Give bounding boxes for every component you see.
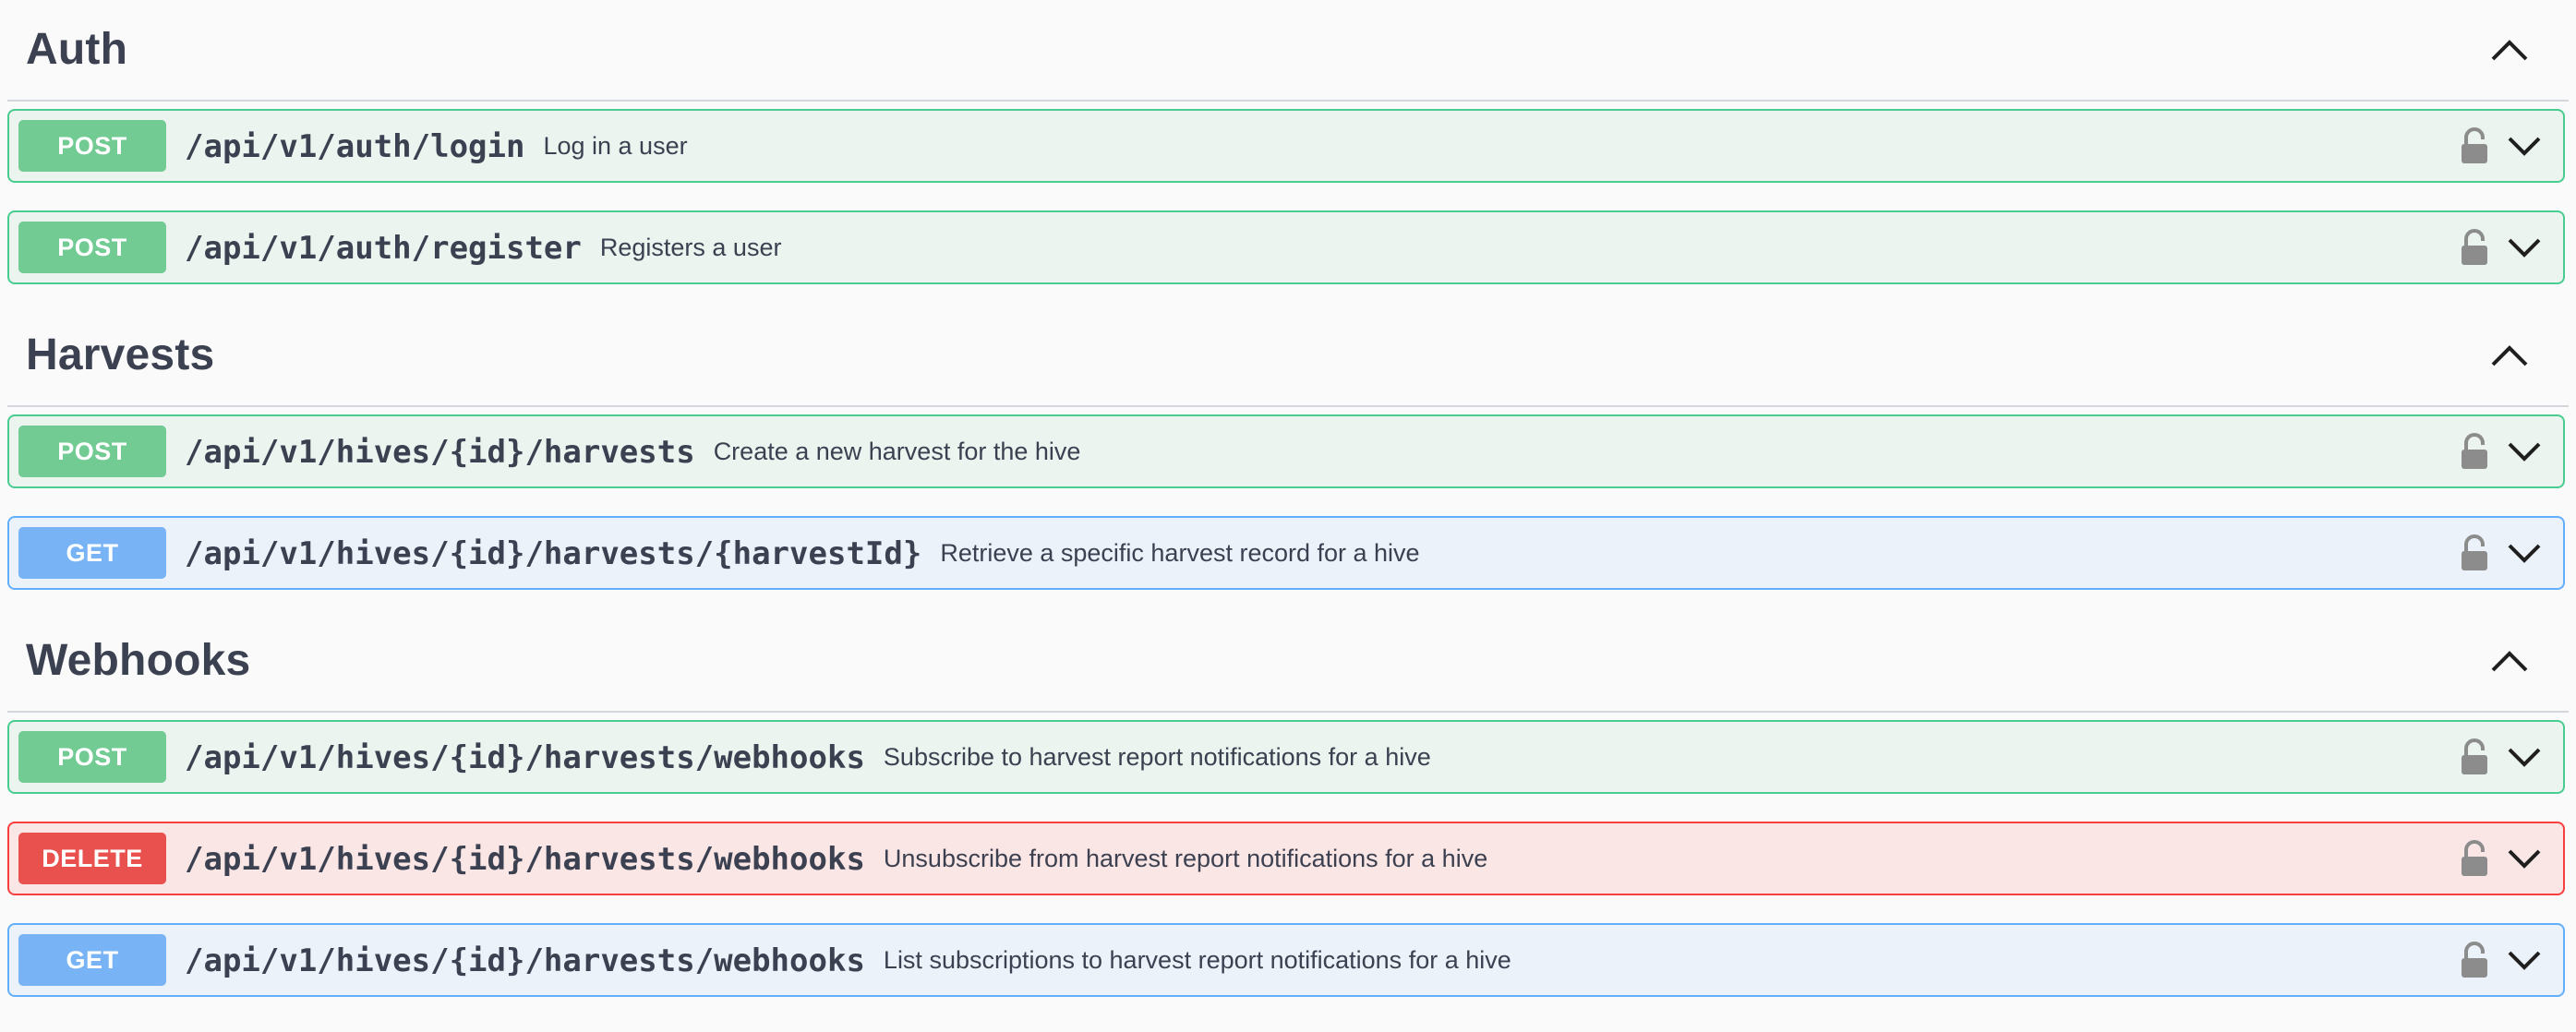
method-badge: POST [18,222,166,273]
method-badge: GET [18,934,166,986]
endpoint-path: /api/v1/hives/{id}/harvests Create a new … [185,434,1081,471]
chevron-down-icon[interactable] [2506,844,2543,871]
chevron-down-icon[interactable] [2506,742,2543,770]
method-badge: DELETE [18,833,166,884]
tag-header-webhooks[interactable]: Webhooks [7,611,2569,713]
tag-header-auth[interactable]: Auth [7,0,2569,102]
endpoint-path: /api/v1/hives/{id}/harvests/{harvestId} R… [185,535,1420,572]
method-badge: POST [18,426,166,477]
tag-header-harvests[interactable]: Harvests [7,306,2569,407]
endpoint-summary: Subscribe to harvest report notification… [883,743,1431,771]
endpoint-summary: List subscriptions to harvest report not… [883,946,1511,974]
lock-icon[interactable] [2460,534,2489,571]
chevron-down-icon[interactable] [2506,437,2543,464]
opblock-post-auth-register[interactable]: POST /api/v1/auth/register Registers a us… [7,210,2565,284]
chevron-up-icon[interactable] [2487,337,2532,374]
lock-icon[interactable] [2460,942,2489,978]
method-badge: POST [18,120,166,172]
chevron-up-icon[interactable] [2487,31,2532,68]
tag-section-harvests: Harvests POST /api/v1/hives/{id}/harvest… [0,306,2576,590]
lock-icon[interactable] [2460,229,2489,266]
endpoint-summary: Retrieve a specific harvest record for a… [940,539,1420,567]
opblock-delete-webhooks[interactable]: DELETE /api/v1/hives/{id}/harvests/webho… [7,822,2565,895]
endpoint-path: /api/v1/hives/{id}/harvests/webhooks Unsu… [185,841,1488,878]
endpoint-path: /api/v1/auth/register Registers a user [185,230,782,267]
chevron-up-icon[interactable] [2487,642,2532,679]
endpoint-summary: Create a new harvest for the hive [713,438,1081,465]
chevron-down-icon[interactable] [2506,945,2543,973]
tag-section-webhooks: Webhooks POST /api/v1/hives/{id}/harvest… [0,611,2576,997]
opblock-get-harvest-record[interactable]: GET /api/v1/hives/{id}/harvests/{harvest… [7,516,2565,590]
endpoint-summary: Registers a user [599,234,782,261]
lock-icon[interactable] [2460,433,2489,470]
endpoint-summary: Log in a user [543,132,688,160]
lock-icon[interactable] [2460,840,2489,877]
chevron-down-icon[interactable] [2506,131,2543,159]
lock-icon[interactable] [2460,127,2489,164]
chevron-down-icon[interactable] [2506,233,2543,260]
swagger-operations: Auth POST /api/v1/auth/login Log in a use… [0,0,2576,1032]
lock-icon[interactable] [2460,738,2489,775]
opblock-post-auth-login[interactable]: POST /api/v1/auth/login Log in a user [7,109,2565,183]
endpoint-summary: Unsubscribe from harvest report notifica… [883,845,1488,872]
opblock-get-webhooks[interactable]: GET /api/v1/hives/{id}/harvests/webhooks… [7,923,2565,997]
tag-title: Harvests [26,330,215,379]
method-badge: POST [18,731,166,783]
endpoint-path: /api/v1/hives/{id}/harvests/webhooks List… [185,942,1511,979]
tag-section-auth: Auth POST /api/v1/auth/login Log in a use… [0,0,2576,284]
chevron-down-icon[interactable] [2506,538,2543,566]
opblock-post-harvests[interactable]: POST /api/v1/hives/{id}/harvests Create a… [7,414,2565,488]
method-badge: GET [18,527,166,579]
tag-title: Auth [26,25,128,74]
endpoint-path: /api/v1/auth/login Log in a user [185,128,688,165]
tag-title: Webhooks [26,636,251,685]
endpoint-path: /api/v1/hives/{id}/harvests/webhooks Subs… [185,739,1431,776]
opblock-post-webhooks[interactable]: POST /api/v1/hives/{id}/harvests/webhook… [7,720,2565,794]
